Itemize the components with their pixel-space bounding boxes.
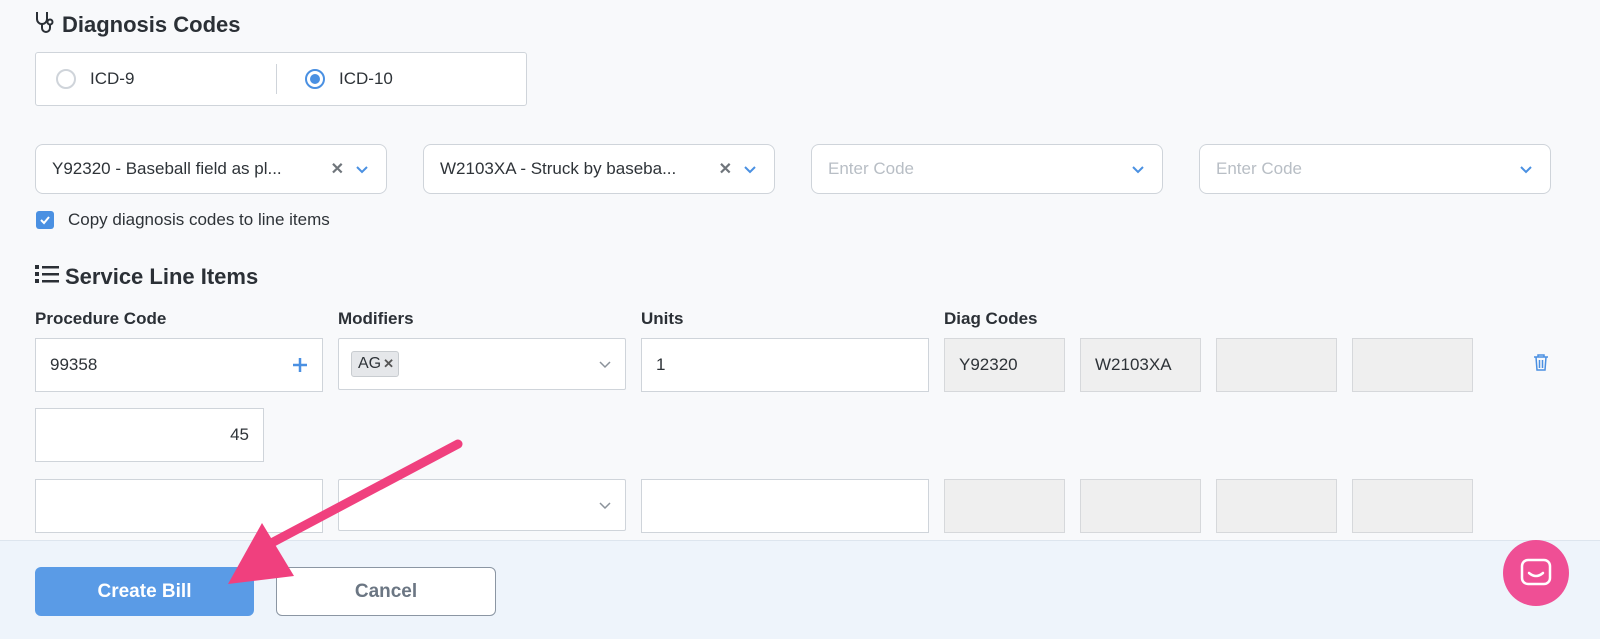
chevron-down-icon[interactable] [354,161,370,177]
diagnosis-code-select-4[interactable]: Enter Code [1199,144,1551,194]
procedure-code-input-row2[interactable] [35,479,323,533]
chat-launcher-button[interactable] [1503,540,1569,606]
diagnosis-code-select-3[interactable]: Enter Code [811,144,1163,194]
modifier-tag: AG ✕ [351,351,400,377]
clear-icon[interactable]: ✕ [331,159,344,179]
copy-diagnosis-label: Copy diagnosis codes to line items [68,210,330,229]
icd9-label: ICD-9 [90,69,135,88]
units-input-row2[interactable] [641,479,929,533]
copy-diagnosis-option[interactable]: Copy diagnosis codes to line items [36,210,330,230]
diag-codes-header: Diag Codes [944,309,1038,328]
diagnosis-codes-heading: Diagnosis Codes [34,10,240,40]
icd10-option[interactable]: ICD-10 [276,64,516,94]
chevron-down-icon[interactable] [597,356,613,372]
service-line-items-title: Service Line Items [65,264,259,289]
trash-icon[interactable] [1533,353,1549,376]
units-header: Units [641,309,684,328]
diag-code-field-3[interactable] [1216,338,1337,392]
icd10-radio[interactable] [305,69,325,89]
modifiers-header: Modifiers [338,309,414,328]
checkmark-icon [40,216,50,225]
chevron-down-icon[interactable] [1518,161,1534,177]
copy-diagnosis-checkbox[interactable] [36,211,54,229]
icd10-label: ICD-10 [339,69,393,88]
chat-icon [1520,558,1552,586]
diag-code-field-row2-2[interactable] [1080,479,1201,533]
icd9-radio[interactable] [56,69,76,89]
stethoscope-icon [34,10,56,40]
diag-code-field-4[interactable] [1352,338,1473,392]
list-icon [35,264,59,290]
clear-icon[interactable]: ✕ [719,159,732,179]
procedure-code-header: Procedure Code [35,309,167,328]
plus-icon[interactable] [292,357,308,373]
diag-code-field-1[interactable]: Y92320 [944,338,1065,392]
modifier-tag-label: AG [358,355,382,372]
diag-code-1-value: Y92320 [959,355,1018,374]
diag-code-2-value: W2103XA [1095,355,1172,374]
chevron-down-icon[interactable] [1130,161,1146,177]
diag-code-field-2[interactable]: W2103XA [1080,338,1201,392]
chevron-down-icon[interactable] [597,497,613,513]
remove-tag-icon[interactable]: ✕ [383,356,394,372]
diagnosis-code-3-placeholder: Enter Code [828,159,914,178]
procedure-code-value: 99358 [50,355,98,374]
icd-version-radio-group: ICD-9 ICD-10 [35,52,527,106]
amount-value: 45 [230,425,249,444]
units-value: 1 [656,355,666,374]
diagnosis-code-2-value: W2103XA - Struck by baseba... [440,159,677,178]
diagnosis-code-select-1[interactable]: Y92320 - Baseball field as pl... ✕ [35,144,387,194]
diagnosis-code-select-2[interactable]: W2103XA - Struck by baseba... ✕ [423,144,775,194]
diag-code-field-row2-3[interactable] [1216,479,1337,533]
cancel-button[interactable]: Cancel [276,567,496,616]
service-line-items-heading: Service Line Items [35,264,258,290]
procedure-code-input[interactable]: 99358 [35,338,323,392]
chevron-down-icon[interactable] [742,161,758,177]
diagnosis-code-1-value: Y92320 - Baseball field as pl... [52,159,282,178]
modifiers-select[interactable]: AG ✕ [338,338,626,390]
modifiers-select-row2[interactable] [338,479,626,531]
icd9-option[interactable]: ICD-9 [36,53,276,105]
diag-code-field-row2-4[interactable] [1352,479,1473,533]
create-bill-button[interactable]: Create Bill [35,567,254,616]
diagnosis-codes-title: Diagnosis Codes [62,12,241,37]
amount-input[interactable]: 45 [35,408,264,462]
diagnosis-code-4-placeholder: Enter Code [1216,159,1302,178]
diag-code-field-row2-1[interactable] [944,479,1065,533]
units-input[interactable]: 1 [641,338,929,392]
